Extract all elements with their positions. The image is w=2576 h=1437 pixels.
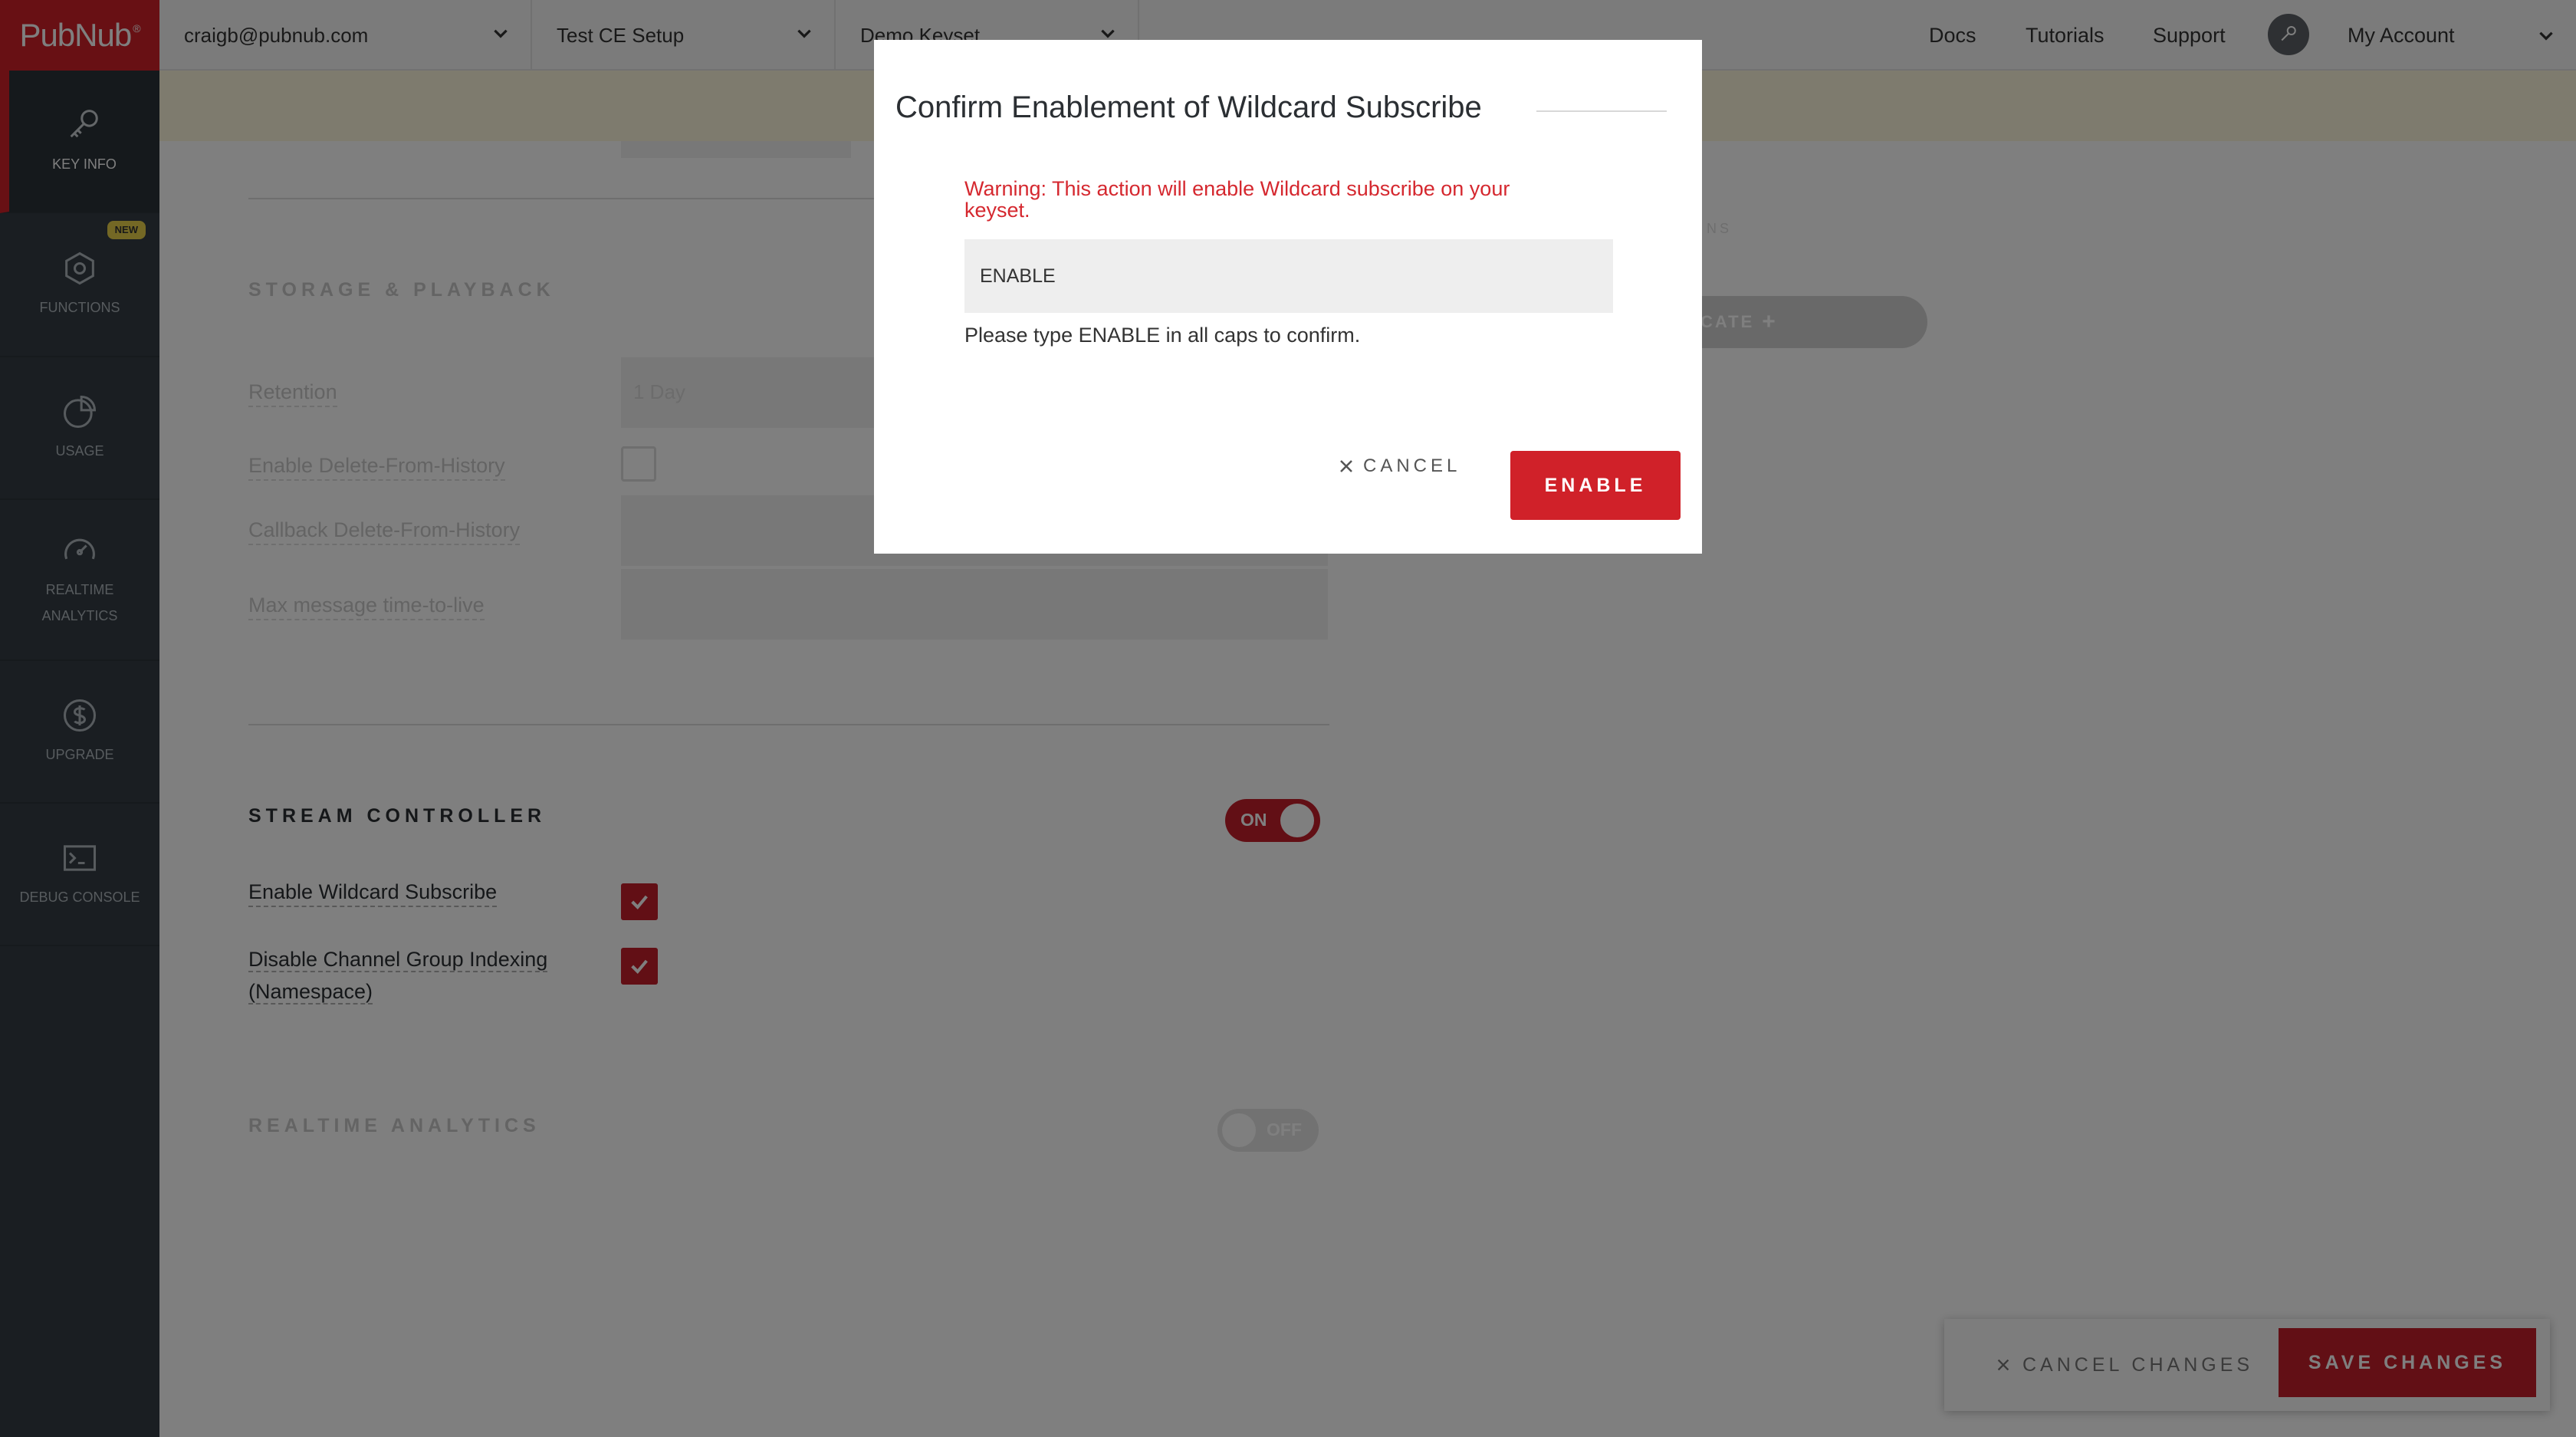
title-rule <box>1536 110 1667 112</box>
confirm-input[interactable] <box>964 239 1613 313</box>
modal-title: Confirm Enablement of Wildcard Subscribe <box>895 90 1482 124</box>
modal-enable-button[interactable]: ENABLE <box>1510 451 1681 520</box>
modal-cancel-label: CANCEL <box>1363 455 1461 476</box>
modal-cancel-button[interactable]: CANCEL <box>1337 451 1460 482</box>
modal-warning: Warning: This action will enable Wildcar… <box>964 177 1510 222</box>
close-icon <box>1340 460 1352 472</box>
confirm-wildcard-modal: Confirm Enablement of Wildcard Subscribe… <box>874 40 1702 554</box>
modal-hint: Please type ENABLE in all caps to confir… <box>964 324 1361 347</box>
